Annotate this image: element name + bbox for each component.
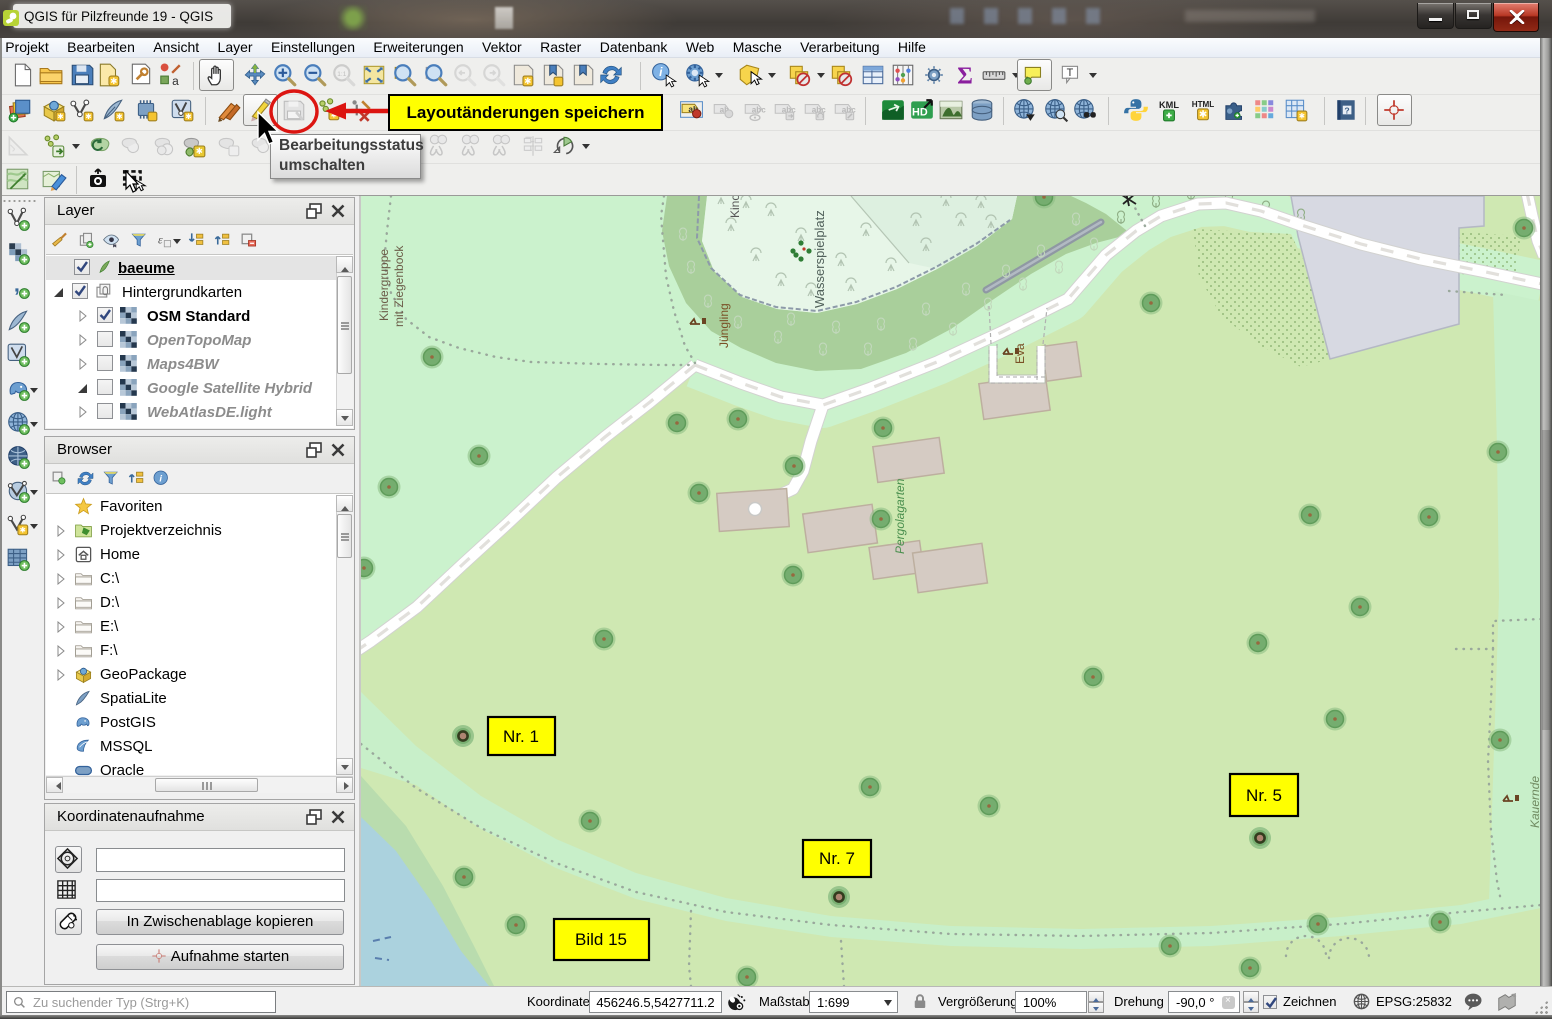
svg-text:HD: HD	[912, 106, 928, 118]
svg-text:i: i	[159, 474, 162, 485]
svg-text:ε: ε	[158, 233, 163, 247]
svg-text:Bild 15: Bild 15	[575, 930, 627, 949]
svg-text:✱: ✱	[116, 112, 123, 121]
svg-text:✱: ✱	[57, 112, 64, 121]
svg-text:Pergolagarten: Pergolagarten	[893, 478, 907, 554]
svg-text:✱: ✱	[85, 112, 92, 121]
svg-text:Nr. 5: Nr. 5	[1246, 786, 1282, 805]
svg-text:a: a	[172, 74, 179, 88]
svg-text:Σ: Σ	[957, 64, 973, 88]
svg-text:✱: ✱	[20, 526, 27, 535]
svg-text:✱: ✱	[1299, 112, 1306, 121]
svg-text:HTML: HTML	[1192, 100, 1215, 109]
svg-text:KML: KML	[1159, 100, 1179, 110]
svg-text:Nr. 7: Nr. 7	[819, 849, 855, 868]
svg-text:Eva: Eva	[1013, 343, 1027, 364]
svg-text:,: ,	[14, 274, 20, 296]
svg-text:T: T	[1067, 67, 1074, 79]
svg-text:Jüngling: Jüngling	[717, 303, 731, 348]
svg-text:mit Ziegenbock: mit Ziegenbock	[392, 245, 406, 327]
svg-text:Kino: Kino	[728, 196, 742, 218]
svg-text:abc: abc	[752, 106, 766, 115]
svg-text:?: ?	[1344, 105, 1349, 115]
svg-text:✱: ✱	[185, 112, 192, 121]
svg-text:✱: ✱	[196, 146, 203, 156]
svg-text:Nr. 1: Nr. 1	[503, 727, 539, 746]
svg-text:Kindergruppe: Kindergruppe	[377, 249, 391, 321]
svg-text:1:1: 1:1	[337, 71, 346, 78]
svg-text:✱: ✱	[524, 76, 531, 86]
svg-text:✱: ✱	[1199, 110, 1207, 121]
svg-text:Wasserspielplatz: Wasserspielplatz	[812, 210, 827, 308]
svg-text:✱: ✱	[110, 76, 117, 86]
